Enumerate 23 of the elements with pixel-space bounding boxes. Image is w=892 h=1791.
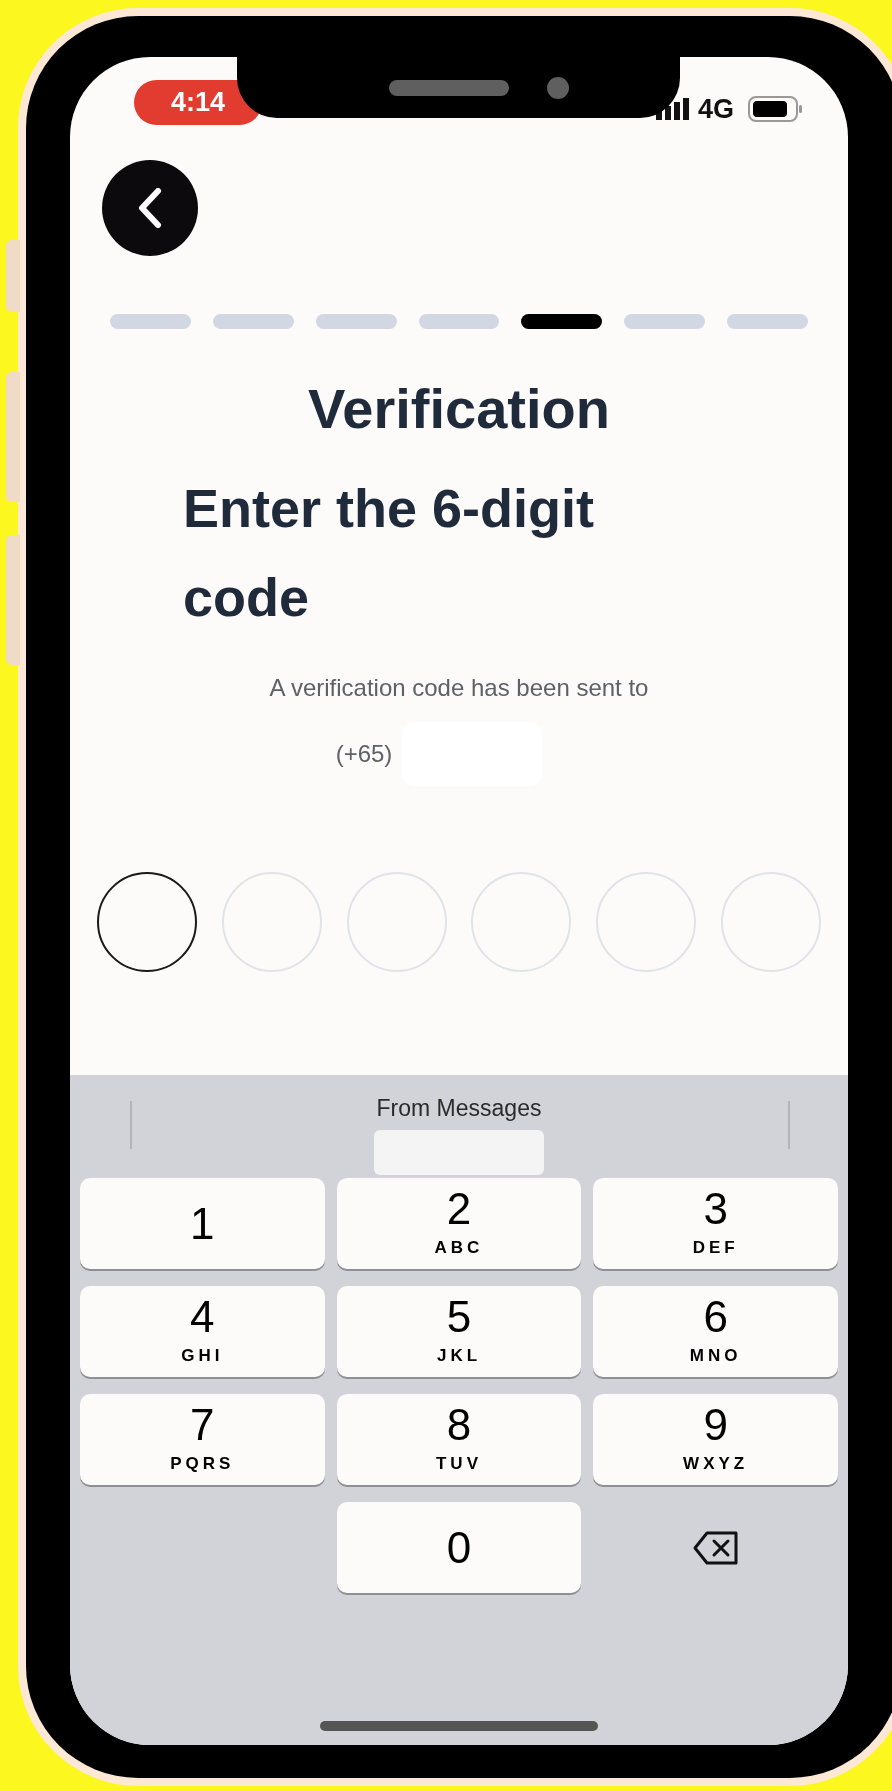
keypad-key[interactable]: 9 WXYZ — [593, 1394, 838, 1485]
network-label: 4G — [697, 93, 734, 126]
camera-icon — [546, 76, 569, 99]
keypad-key[interactable]: 3 DEF — [593, 1178, 838, 1269]
phone-prefix: (+65) — [335, 739, 393, 770]
autofill-suggestion[interactable]: From Messages — [376, 1091, 542, 1126]
keypad-key[interactable]: 4 GHI — [80, 1286, 325, 1377]
keypad-key[interactable]: 5 JKL — [336, 1286, 582, 1377]
delete-icon — [691, 1529, 740, 1566]
signal-icon — [655, 98, 690, 121]
keypad-key[interactable]: 2 ABC — [336, 1178, 582, 1269]
battery-icon — [748, 95, 804, 124]
keypad-key[interactable]: 8 TUV — [336, 1394, 582, 1485]
page-heading: Enter the 6-digit code — [183, 477, 595, 630]
back-icon — [138, 188, 162, 228]
page-title: Verification — [308, 376, 610, 442]
keypad-key[interactable]: 0 — [336, 1502, 582, 1593]
code-digit-field[interactable] — [97, 872, 197, 973]
keypad-key[interactable]: 1 — [80, 1178, 325, 1269]
subtitle: A verification code has been sent to — [269, 673, 649, 704]
keypad-key[interactable]: 7 PQRS — [80, 1394, 325, 1485]
speaker-icon — [388, 79, 509, 96]
keypad-key[interactable]: 6 MNO — [593, 1286, 838, 1377]
